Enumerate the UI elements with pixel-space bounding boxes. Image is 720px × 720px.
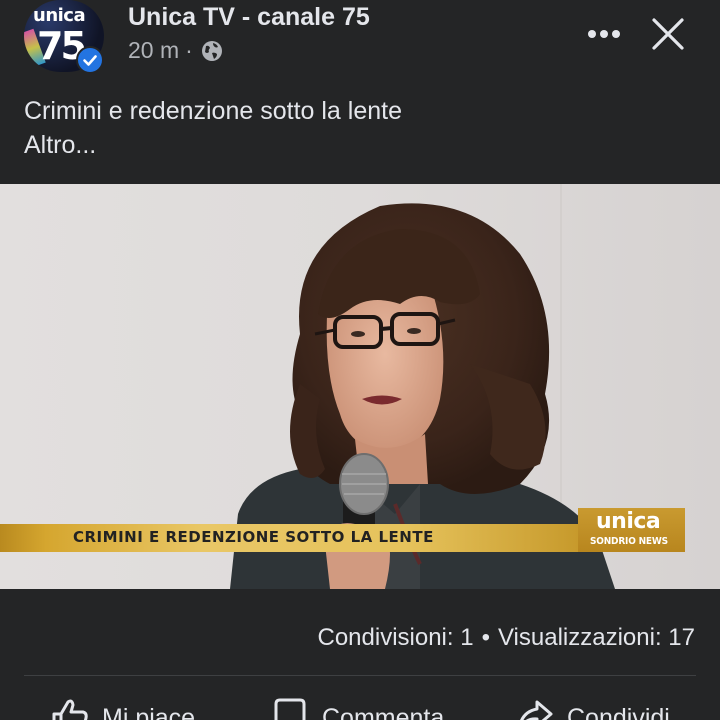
meta-separator: · bbox=[185, 37, 193, 63]
shares-count[interactable]: Condivisioni: 1 bbox=[317, 624, 473, 651]
more-options-icon[interactable] bbox=[584, 22, 624, 46]
post-text: Crimini e redenzione sotto la lente bbox=[24, 97, 402, 125]
channel-logo-word: unica bbox=[596, 509, 661, 534]
post-caption: Crimini e redenzione sotto la lente Altr… bbox=[24, 94, 684, 162]
action-bar: Mi piace Commenta Condividi bbox=[0, 684, 720, 720]
see-more-link[interactable]: Altro... bbox=[24, 128, 684, 162]
like-label: Mi piace bbox=[102, 704, 196, 720]
close-icon[interactable] bbox=[648, 14, 688, 54]
video-player[interactable]: CRIMINI E REDENZIONE SOTTO LA LENTE unic… bbox=[0, 184, 720, 589]
thumbs-up-icon bbox=[50, 696, 90, 720]
actions-divider bbox=[24, 675, 696, 676]
post-meta: 20 m · bbox=[128, 37, 223, 64]
page-name[interactable]: Unica TV - canale 75 bbox=[128, 3, 370, 32]
comment-button[interactable]: Commenta bbox=[270, 684, 444, 720]
post-viewer: unica 75 Unica TV - canale 75 20 m · Cri… bbox=[0, 0, 720, 720]
avatar-logo-word: unica bbox=[33, 5, 86, 26]
views-count: Visualizzazioni: 17 bbox=[497, 624, 695, 651]
post-header: unica 75 Unica TV - canale 75 20 m · bbox=[0, 0, 720, 80]
share-button[interactable]: Condividi bbox=[515, 684, 670, 720]
channel-logo: unica SONDRIO NEWS bbox=[578, 508, 685, 552]
share-label: Condividi bbox=[567, 704, 670, 720]
globe-icon bbox=[201, 40, 223, 62]
engagement-stats: Condivisioni: 1 • Visualizzazioni: 17 bbox=[317, 624, 695, 652]
lower-third-title: CRIMINI E REDENZIONE SOTTO LA LENTE bbox=[73, 528, 434, 546]
channel-logo-subtitle: SONDRIO NEWS bbox=[590, 536, 668, 547]
post-timestamp[interactable]: 20 m bbox=[128, 37, 179, 64]
stats-separator: • bbox=[481, 624, 490, 651]
like-button[interactable]: Mi piace bbox=[50, 684, 195, 720]
share-icon bbox=[515, 696, 555, 720]
comment-icon bbox=[270, 696, 310, 720]
comment-label: Commenta bbox=[322, 704, 445, 720]
verified-badge-icon bbox=[76, 46, 104, 74]
